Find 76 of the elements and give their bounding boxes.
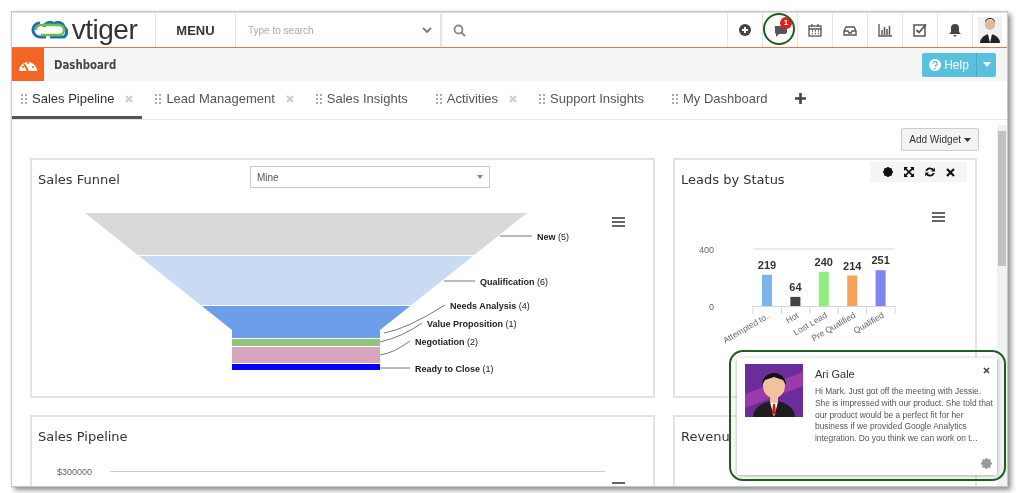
settings-icon[interactable] — [882, 167, 893, 177]
close-button[interactable] — [982, 366, 991, 375]
question-icon — [929, 58, 942, 71]
stage-label: New (5) — [537, 232, 569, 242]
dashboard-tab[interactable]: Lead Management — [146, 81, 303, 119]
close-icon — [983, 367, 990, 374]
menu-icon[interactable] — [932, 212, 945, 222]
widget-title: Sales Pipeline — [38, 428, 128, 444]
leader-line — [499, 235, 533, 237]
dashboard-tab[interactable]: Support Insights — [530, 81, 659, 119]
stage-label: Value Proposition (1) — [427, 319, 517, 329]
bar — [875, 270, 886, 306]
leader-line — [379, 367, 411, 369]
stage-label: Negotiation (2) — [415, 337, 478, 347]
settings-button[interactable] — [981, 458, 992, 469]
data-label: 214 — [843, 259, 862, 272]
expand-icon[interactable] — [903, 167, 914, 177]
dashboard-tab[interactable]: Sales Insights — [306, 81, 423, 119]
drag-handle-icon — [315, 93, 322, 104]
axis-tick-label: 400 — [698, 245, 714, 255]
dashboard-tab[interactable]: Sales Pipeline — [12, 81, 143, 119]
data-label: 64 — [789, 280, 802, 293]
chevron-down-icon — [422, 26, 432, 34]
page-title: Dashboard — [54, 57, 117, 72]
bar — [847, 275, 858, 306]
data-label: 251 — [871, 254, 890, 267]
drag-handle-icon — [539, 93, 546, 104]
stage-label: Ready to Close (1) — [415, 364, 494, 374]
settings-icon — [981, 458, 992, 469]
drag-handle-icon — [21, 93, 27, 104]
plus-icon — [794, 92, 806, 104]
highlight-ring — [763, 13, 795, 45]
drag-handle-icon — [672, 93, 678, 104]
drag-handle-icon — [435, 93, 442, 104]
plus-circle-icon — [738, 23, 752, 37]
bar — [818, 271, 829, 306]
menu-icon[interactable] — [612, 217, 625, 227]
refresh-icon[interactable] — [924, 167, 935, 177]
add-widget-button[interactable]: Add Widget — [901, 128, 979, 151]
scrollbar[interactable] — [997, 125, 1007, 486]
close-icon[interactable] — [945, 167, 955, 177]
widget-title: Revenu — [681, 428, 730, 444]
dashboard-tab[interactable]: Activities — [426, 81, 527, 119]
chat-button[interactable]: 1 — [762, 13, 797, 47]
search-icon — [452, 23, 466, 37]
cloud-logo-icon — [29, 18, 70, 42]
data-label: 219 — [757, 258, 777, 271]
drag-handle-icon — [155, 93, 162, 104]
caret-icon — [964, 137, 971, 142]
checkbox-icon — [913, 23, 927, 37]
scrollbar-thumb[interactable] — [998, 131, 1006, 266]
message-text: Hi Mark. Just got off the meeting with Jessie. She is impressed with our product. She told that our product would be a perfect fit for her business if we provided Google Analytics integration. Do you think we can work on t... — [815, 386, 993, 445]
caret-icon — [982, 62, 991, 67]
data-label: 240 — [814, 255, 833, 268]
leader-line — [443, 280, 476, 282]
axis-tick-label: $300000 — [56, 467, 92, 477]
bell-icon — [948, 23, 962, 37]
notification-badge: 1 — [780, 17, 792, 29]
caret-icon — [477, 175, 483, 179]
bar-chart-icon — [878, 23, 892, 37]
axis-tick-label: 0 — [709, 302, 714, 312]
bar — [762, 274, 772, 306]
inbox-icon — [843, 23, 857, 37]
sender-name: Ari Gale — [815, 368, 855, 380]
filter-dropdown[interactable]: Mine — [250, 166, 490, 188]
category-label: Hot — [783, 310, 801, 326]
calendar-icon — [808, 23, 822, 37]
widget-title: Sales Funnel — [38, 171, 120, 187]
bar — [790, 296, 801, 306]
logo-text: vtiger — [71, 15, 138, 45]
dashboard-tab[interactable]: My Dashboard — [663, 81, 783, 119]
stage-label: Needs Analysis (4) — [450, 301, 530, 311]
stage-label: Qualification (6) — [480, 277, 548, 287]
chat-icon — [773, 23, 787, 37]
widget-title: Leads by Status — [681, 171, 785, 187]
leader-line — [379, 340, 411, 356]
